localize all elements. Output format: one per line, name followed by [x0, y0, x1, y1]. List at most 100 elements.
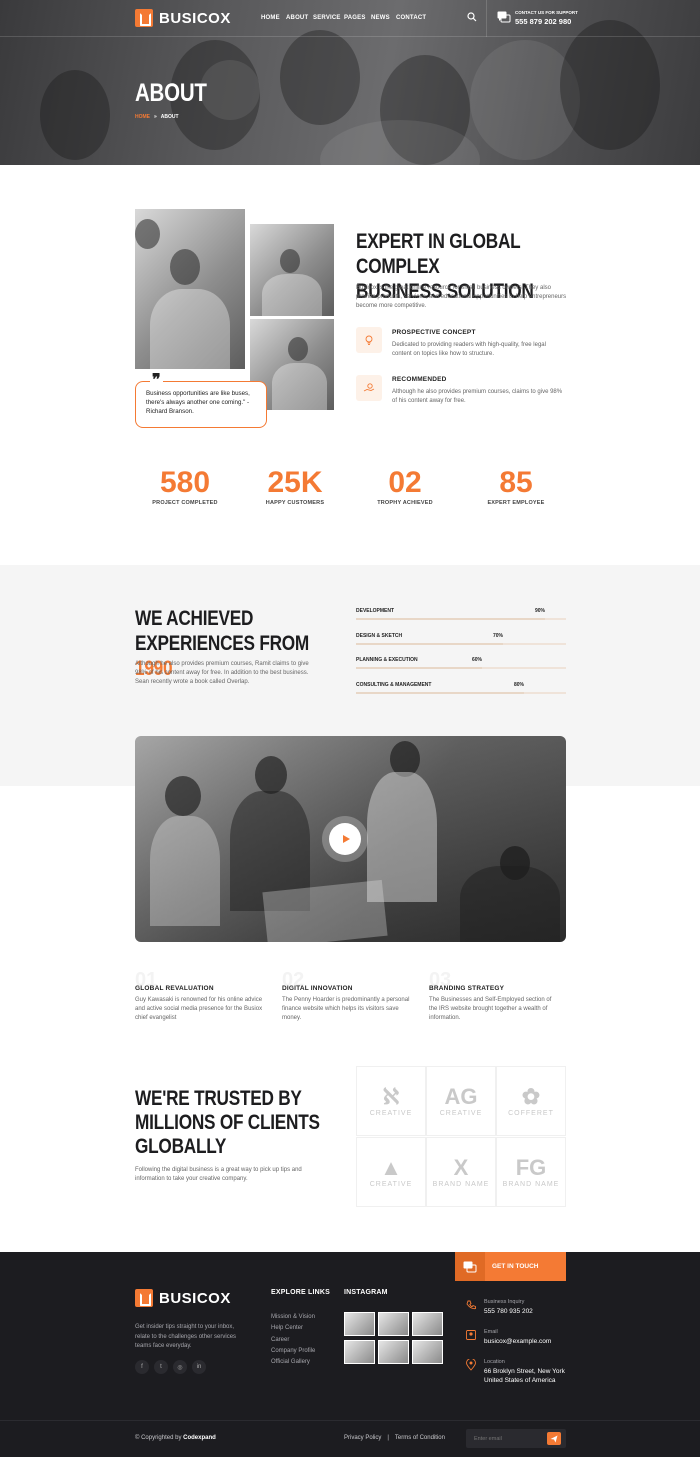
footer-link[interactable]: Official Gallery [271, 1357, 315, 1368]
instagram-photo[interactable] [378, 1312, 409, 1336]
counter-customers: 25K HAPPY CUSTOMERS [245, 466, 345, 506]
client-logo-glyph: ✿ [521, 1083, 541, 1109]
contact-value[interactable]: 555 780 935 202 [484, 1307, 533, 1316]
team-video[interactable] [135, 736, 566, 942]
site-logo[interactable]: BUSICOX [135, 9, 231, 27]
client-logo-name: COFFERET [508, 1109, 554, 1117]
twitter-icon[interactable]: t [154, 1360, 168, 1374]
feature-text-recommended: Although he also provides premium course… [392, 389, 563, 404]
support-phone[interactable]: 555 879 202 980 [515, 17, 571, 26]
breadcrumb: HOME » ABOUT [135, 114, 179, 120]
quote-text: Business opportunities are like buses, t… [146, 390, 250, 415]
client-logo-name: BRAND NAME [432, 1180, 490, 1188]
skill-label: DESIGN & SKETCH [356, 632, 403, 639]
footer-link[interactable]: Mission & Vision [271, 1312, 315, 1323]
nav-pages[interactable]: PAGES [344, 15, 366, 21]
counter-value: 580 [159, 466, 211, 499]
client-logo[interactable]: ✿ COFFERET [496, 1066, 566, 1136]
footer-logo[interactable]: BUSICOX [135, 1289, 231, 1307]
footer-divider [0, 1420, 700, 1421]
client-logo-glyph: AG [444, 1083, 478, 1109]
counter-label: TROPHY ACHIEVED [377, 500, 433, 506]
skill-bar-track [356, 691, 566, 694]
quote-mark-icon: ❞ [150, 372, 163, 389]
legal-divider: | [387, 1435, 389, 1441]
skill-bar-track [356, 667, 566, 669]
client-logo-name: CREATIVE [369, 1180, 413, 1188]
get-in-touch-banner: GET IN TOUCH [455, 1252, 566, 1281]
client-logo-glyph: FG [515, 1154, 547, 1180]
expert-title-line1: EXPERT IN GLOBAL COMPLEX [356, 230, 521, 278]
service-item: 02 DIGITAL INNOVATION The Penny Hoarder … [282, 970, 412, 1023]
quote-card: ❞ Business opportunities are like buses,… [135, 373, 267, 428]
clients-title-line2: MILLIONS OF CLIENTS [135, 1111, 320, 1134]
breadcrumb-home[interactable]: HOME [135, 114, 150, 120]
counter-trophy: 02 TROPHY ACHIEVED [355, 466, 455, 506]
breadcrumb-separator: » [154, 114, 157, 120]
play-icon [329, 823, 361, 855]
copyright-brand-link[interactable]: Codexpand [183, 1435, 216, 1441]
instagram-photo[interactable] [344, 1340, 375, 1364]
instagram-photo[interactable] [344, 1312, 375, 1336]
client-logo-name: BRAND NAME [502, 1180, 560, 1188]
footer-link[interactable]: Career [271, 1335, 315, 1346]
skill-percent: 80% [514, 681, 525, 688]
copyright-text: © Copyrighted by [135, 1435, 184, 1441]
send-icon [550, 1435, 558, 1442]
skill-bars: DEVELOPMENT 90% DESIGN & SKETCH 70% PLANNING… [356, 606, 566, 696]
search-icon[interactable] [467, 12, 477, 22]
client-logo[interactable]: ℵ CREATIVE [356, 1066, 426, 1136]
footer-link[interactable]: Company Profile [271, 1346, 315, 1357]
client-logo[interactable]: AG CREATIVE [426, 1066, 496, 1136]
expert-description: Busicox is the great online resource for… [356, 285, 567, 309]
facebook-icon[interactable]: f [135, 1360, 149, 1374]
instagram-photo[interactable] [412, 1312, 443, 1336]
lightbulb-icon [356, 327, 382, 353]
terms-link[interactable]: Terms of Condition [395, 1435, 445, 1441]
client-logo-glyph: X [453, 1154, 469, 1180]
play-button[interactable] [322, 816, 368, 862]
logo-mark-icon [135, 1289, 153, 1307]
client-logo-name: CREATIVE [369, 1109, 413, 1117]
client-logo[interactable]: FG BRAND NAME [496, 1137, 566, 1207]
chat-icon [455, 1252, 485, 1281]
copyright: © Copyrighted by Codexpand [135, 1435, 216, 1441]
nav-news[interactable]: NEWS [371, 15, 390, 21]
footer-link[interactable]: Help Center [271, 1323, 315, 1334]
instagram-photo[interactable] [378, 1340, 409, 1364]
nav-about[interactable]: ABOUT [286, 15, 308, 21]
experience-title-line2: EXPERIENCES FROM [135, 632, 310, 655]
privacy-policy-link[interactable]: Privacy Policy [344, 1435, 381, 1441]
footer: BUSICOX Get insider tips straight to you… [0, 1252, 700, 1457]
experience-description: Although he also provides premium course… [135, 661, 309, 685]
clients-title: WE'RE TRUSTED BY MILLIONS OF CLIENTS GLO… [135, 1087, 324, 1159]
top-navigation: BUSICOX HOME ABOUT SERVICE PAGES NEWS CO… [0, 0, 700, 37]
service-title: BRANDING STRATEGY [429, 985, 505, 992]
client-logo[interactable]: ▲ CREATIVE [356, 1137, 426, 1207]
counter-employees: 85 EXPERT EMPLOYEE [466, 466, 566, 506]
skill-label: CONSULTING & MANAGEMENT [356, 681, 432, 688]
service-text: The Businesses and Self-Employed section… [429, 997, 552, 1021]
skill-bar-fill [356, 667, 482, 669]
skill-bar-fill [356, 618, 545, 620]
location-icon [466, 1359, 476, 1371]
get-in-touch-label: GET IN TOUCH [492, 1263, 539, 1270]
instagram-heading: INSTAGRAM [344, 1289, 388, 1296]
instagram-photo[interactable] [412, 1340, 443, 1364]
linkedin-icon[interactable]: in [192, 1360, 206, 1374]
contact-value: 66 Broklyn Street, New York United State… [484, 1368, 565, 1384]
nav-service[interactable]: SERVICE [313, 15, 341, 21]
nav-contact[interactable]: CONTACT [396, 15, 426, 21]
newsletter-submit-button[interactable] [547, 1432, 561, 1445]
client-logo-glyph: ▲ [380, 1154, 402, 1180]
skill-percent: 70% [493, 632, 504, 639]
logo-mark-icon [135, 9, 153, 27]
skill-bar-track [356, 618, 566, 620]
client-logo[interactable]: X BRAND NAME [426, 1137, 496, 1207]
instagram-icon[interactable]: ◎ [173, 1360, 187, 1374]
newsletter-email-input[interactable] [466, 1429, 546, 1448]
contact-value[interactable]: busicox@example.com [484, 1337, 551, 1346]
nav-home[interactable]: HOME [261, 15, 280, 21]
chat-support-icon [497, 11, 511, 23]
service-item: 01 GLOBAL REVALUATION Guy Kawasaki is re… [135, 970, 265, 1023]
